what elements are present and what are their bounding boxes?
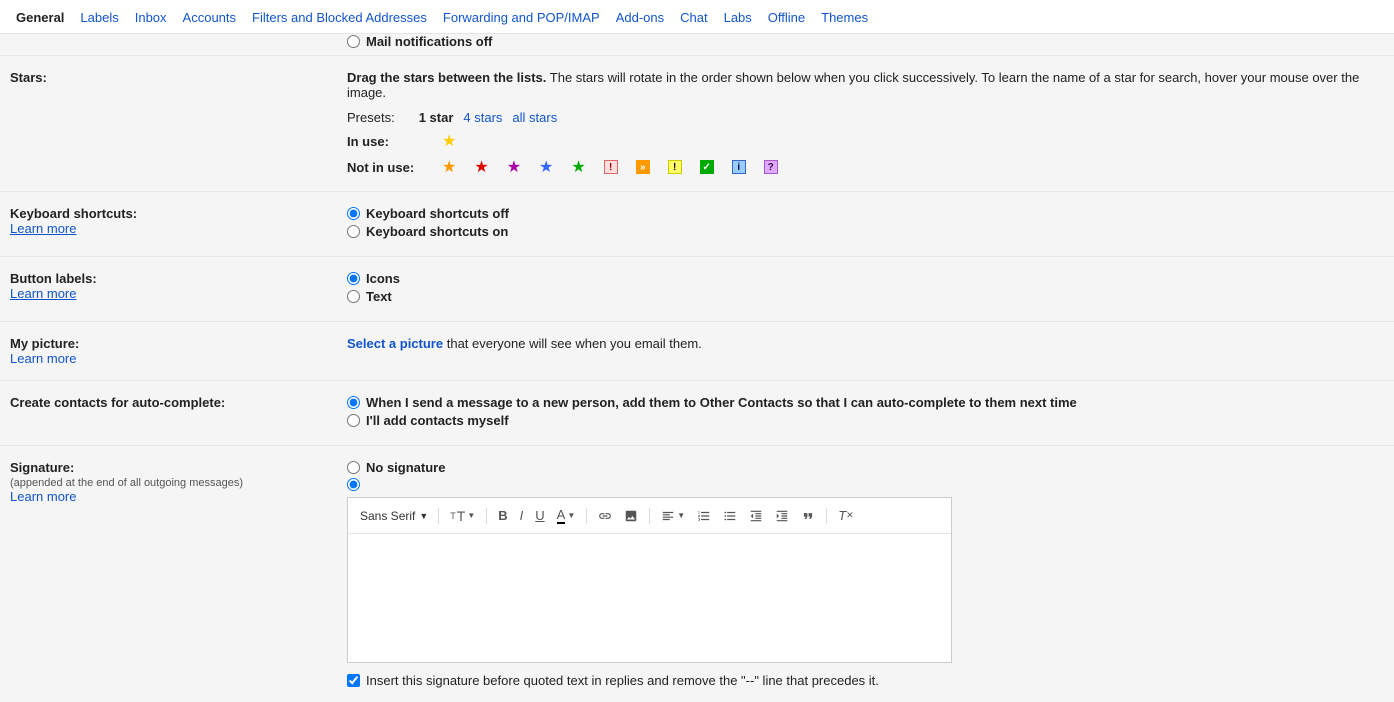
align-button[interactable]: ▼ bbox=[656, 506, 690, 526]
picture-rest-text: that everyone will see when you email th… bbox=[443, 336, 702, 351]
stars-label: Stars: bbox=[10, 70, 347, 85]
orange-arrow-icon[interactable]: » bbox=[636, 160, 650, 174]
contacts-row: Create contacts for auto-complete: When … bbox=[0, 381, 1394, 446]
star-yellow-icon[interactable]: ★ bbox=[442, 131, 456, 151]
purple-question-icon[interactable]: ? bbox=[764, 160, 778, 174]
stars-intro-bold: Drag the stars between the lists. bbox=[347, 70, 546, 85]
bold-button[interactable]: B bbox=[493, 505, 512, 526]
contacts-auto-label[interactable]: When I send a message to a new person, a… bbox=[366, 395, 1077, 410]
signature-editor-radio[interactable] bbox=[347, 478, 360, 491]
numbered-list-button[interactable] bbox=[692, 506, 716, 526]
editor-toolbar: Sans Serif ▼ TT▼ B I U A▼ ▼ bbox=[348, 498, 951, 534]
signature-label: Signature: bbox=[10, 460, 347, 475]
tab-labels[interactable]: Labels bbox=[72, 6, 126, 29]
font-family-select[interactable]: Sans Serif ▼ bbox=[356, 507, 432, 525]
italic-button[interactable]: I bbox=[515, 505, 529, 526]
tab-labs[interactable]: Labs bbox=[716, 6, 760, 29]
settings-tabs: General Labels Inbox Accounts Filters an… bbox=[0, 0, 1394, 34]
link-button[interactable] bbox=[593, 506, 617, 526]
button-labels-label: Button labels: bbox=[10, 271, 347, 286]
tab-general[interactable]: General bbox=[8, 6, 72, 29]
picture-learn-more[interactable]: Learn more bbox=[10, 351, 76, 366]
font-size-button[interactable]: TT▼ bbox=[445, 505, 480, 527]
underline-button[interactable]: U bbox=[530, 505, 549, 526]
keyboard-off-radio[interactable] bbox=[347, 207, 360, 220]
not-in-use-label: Not in use: bbox=[347, 160, 442, 175]
text-color-button[interactable]: A▼ bbox=[552, 504, 581, 527]
buttons-text-radio[interactable] bbox=[347, 290, 360, 303]
contacts-auto-radio[interactable] bbox=[347, 396, 360, 409]
signature-quote-label[interactable]: Insert this signature before quoted text… bbox=[366, 673, 879, 688]
red-bang-icon[interactable]: ! bbox=[604, 160, 618, 174]
keyboard-row: Keyboard shortcuts: Learn more Keyboard … bbox=[0, 192, 1394, 257]
keyboard-off-label[interactable]: Keyboard shortcuts off bbox=[366, 206, 509, 221]
star-orange-icon[interactable]: ★ bbox=[442, 157, 456, 177]
picture-label: My picture: bbox=[10, 336, 347, 351]
signature-editor: Sans Serif ▼ TT▼ B I U A▼ ▼ bbox=[347, 497, 952, 663]
tab-forwarding[interactable]: Forwarding and POP/IMAP bbox=[435, 6, 608, 29]
preset-1star[interactable]: 1 star bbox=[419, 110, 454, 125]
star-purple-icon[interactable]: ★ bbox=[507, 157, 521, 177]
signature-textarea[interactable] bbox=[348, 534, 951, 662]
mail-notifications-off-radio[interactable] bbox=[347, 35, 360, 48]
indent-more-button[interactable] bbox=[770, 506, 794, 526]
stars-row: Stars: Drag the stars between the lists.… bbox=[0, 56, 1394, 192]
buttons-icons-radio[interactable] bbox=[347, 272, 360, 285]
keyboard-learn-more[interactable]: Learn more bbox=[10, 221, 76, 236]
tab-filters[interactable]: Filters and Blocked Addresses bbox=[244, 6, 435, 29]
button-labels-row: Button labels: Learn more Icons Text bbox=[0, 257, 1394, 322]
preset-4stars[interactable]: 4 stars bbox=[463, 110, 502, 125]
tab-inbox[interactable]: Inbox bbox=[127, 6, 175, 29]
buttons-icons-label[interactable]: Icons bbox=[366, 271, 400, 286]
tab-addons[interactable]: Add-ons bbox=[608, 6, 672, 29]
blue-info-icon[interactable]: i bbox=[732, 160, 746, 174]
star-blue-icon[interactable]: ★ bbox=[539, 157, 553, 177]
remove-formatting-button[interactable]: T✕ bbox=[833, 505, 859, 526]
bullet-list-button[interactable] bbox=[718, 506, 742, 526]
tab-themes[interactable]: Themes bbox=[813, 6, 876, 29]
preset-allstars[interactable]: all stars bbox=[512, 110, 557, 125]
select-picture-link[interactable]: Select a picture bbox=[347, 336, 443, 351]
signature-sub: (appended at the end of all outgoing mes… bbox=[10, 477, 347, 489]
no-signature-radio[interactable] bbox=[347, 461, 360, 474]
signature-quote-checkbox[interactable] bbox=[347, 674, 360, 687]
star-red-icon[interactable]: ★ bbox=[474, 157, 488, 177]
star-green-icon[interactable]: ★ bbox=[571, 157, 585, 177]
contacts-label: Create contacts for auto-complete: bbox=[10, 395, 347, 410]
image-button[interactable] bbox=[619, 506, 643, 526]
presets-label: Presets: bbox=[347, 110, 395, 125]
keyboard-on-label[interactable]: Keyboard shortcuts on bbox=[366, 224, 508, 239]
indent-less-button[interactable] bbox=[744, 506, 768, 526]
contacts-manual-radio[interactable] bbox=[347, 414, 360, 427]
mail-notifications-off-label: Mail notifications off bbox=[366, 34, 492, 49]
picture-row: My picture: Learn more Select a picture … bbox=[0, 322, 1394, 381]
signature-learn-more[interactable]: Learn more bbox=[10, 489, 76, 504]
green-check-icon[interactable]: ✓ bbox=[700, 160, 714, 174]
partial-notifications-row: Mail notifications off bbox=[0, 34, 1394, 56]
button-labels-learn-more[interactable]: Learn more bbox=[10, 286, 76, 301]
tab-offline[interactable]: Offline bbox=[760, 6, 813, 29]
signature-row: Signature: (appended at the end of all o… bbox=[0, 446, 1394, 702]
in-use-label: In use: bbox=[347, 134, 442, 149]
tab-accounts[interactable]: Accounts bbox=[175, 6, 244, 29]
contacts-manual-label[interactable]: I'll add contacts myself bbox=[366, 413, 509, 428]
keyboard-on-radio[interactable] bbox=[347, 225, 360, 238]
quote-button[interactable] bbox=[796, 506, 820, 526]
keyboard-label: Keyboard shortcuts: bbox=[10, 206, 347, 221]
buttons-text-label[interactable]: Text bbox=[366, 289, 392, 304]
tab-chat[interactable]: Chat bbox=[672, 6, 715, 29]
yellow-bang-icon[interactable]: ! bbox=[668, 160, 682, 174]
no-signature-label[interactable]: No signature bbox=[366, 460, 445, 475]
